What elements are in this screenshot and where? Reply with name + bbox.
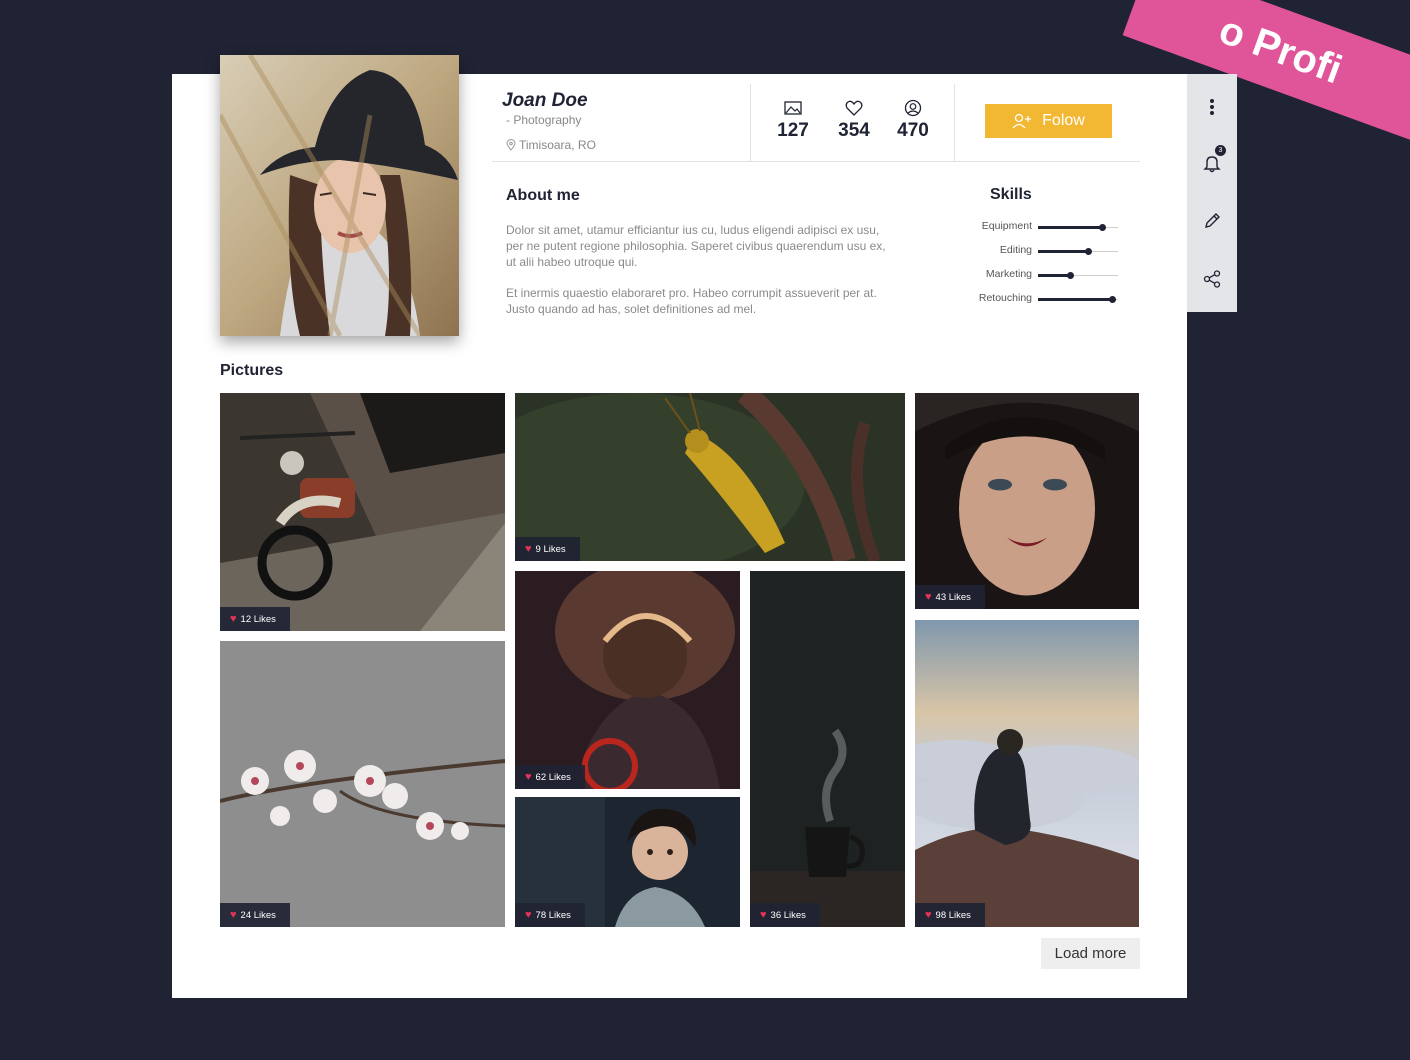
- skill-fill: [1038, 274, 1070, 277]
- skill-editing: Editing: [950, 244, 1120, 258]
- pictures-title: Pictures: [220, 362, 284, 379]
- about-text: Dolor sit amet, utamur efficiantur ius c…: [506, 222, 886, 332]
- heart-icon: ♥: [925, 591, 932, 603]
- likes-badge[interactable]: ♥ 12 Likes: [220, 607, 290, 631]
- skill-label: Editing: [999, 244, 1032, 256]
- heart-icon: ♥: [230, 613, 237, 625]
- photo-woman-portrait[interactable]: ♥ 43 Likes: [915, 393, 1139, 609]
- likes-count: 36 Likes: [770, 909, 806, 921]
- heart-icon: ♥: [230, 909, 237, 921]
- heart-icon: ♥: [525, 543, 532, 555]
- header-divider: [492, 161, 1140, 162]
- photo-man-above-clouds[interactable]: ♥ 98 Likes: [915, 620, 1139, 927]
- skill-label: Equipment: [981, 220, 1032, 232]
- stat-photos: 127: [768, 98, 818, 142]
- photo-coffee-cup[interactable]: ♥ 36 Likes: [750, 571, 905, 927]
- skill-label: Marketing: [985, 268, 1032, 280]
- more-vertical-icon: [1210, 99, 1214, 115]
- likes-badge[interactable]: ♥ 78 Likes: [515, 903, 585, 927]
- image-icon: [784, 101, 802, 115]
- about-title: About me: [506, 187, 580, 204]
- bell-icon: [1203, 156, 1221, 173]
- likes-badge[interactable]: ♥ 98 Likes: [915, 903, 985, 927]
- notification-badge: 3: [1215, 145, 1226, 156]
- about-paragraph: Et inermis quaestio elaboraret pro. Habe…: [506, 286, 877, 316]
- likes-count: 43 Likes: [935, 591, 971, 603]
- likes-count: 78 Likes: [535, 909, 571, 921]
- heart-icon: ♥: [925, 909, 932, 921]
- photo-motorcycle[interactable]: ♥ 12 Likes: [220, 393, 505, 631]
- photo-curly-child[interactable]: ♥ 78 Likes: [515, 797, 740, 927]
- profile-location: Timisoara, RO: [506, 138, 596, 152]
- skill-fill: [1038, 226, 1102, 229]
- skill-retouching: Retouching: [950, 292, 1120, 306]
- likes-count: 98 Likes: [935, 909, 971, 921]
- profile-avatar: [220, 55, 459, 336]
- divider: [750, 84, 751, 161]
- heart-icon: [845, 100, 863, 116]
- likes-count: 62 Likes: [535, 771, 571, 783]
- profile-profession: - Photography: [506, 113, 582, 127]
- skill-knob: [1099, 224, 1106, 231]
- photo-backlit-child[interactable]: ♥ 62 Likes: [515, 571, 740, 789]
- stat-likes-value: 354: [838, 120, 870, 141]
- skill-knob: [1067, 272, 1074, 279]
- likes-badge[interactable]: ♥ 43 Likes: [915, 585, 985, 609]
- likes-badge[interactable]: ♥ 9 Likes: [515, 537, 580, 561]
- likes-count: 9 Likes: [535, 543, 566, 555]
- skill-equipment: Equipment: [950, 220, 1120, 234]
- skill-fill: [1038, 298, 1112, 301]
- heart-icon: ♥: [760, 909, 767, 921]
- user-circle-icon: [904, 99, 922, 117]
- heart-icon: ♥: [525, 771, 532, 783]
- share-icon: [1203, 270, 1221, 288]
- likes-badge[interactable]: ♥ 36 Likes: [750, 903, 820, 927]
- add-user-icon: [1012, 113, 1032, 129]
- more-options-button[interactable]: [1187, 82, 1237, 132]
- follow-label: Folow: [1042, 112, 1085, 129]
- skill-knob: [1085, 248, 1092, 255]
- divider: [954, 84, 955, 161]
- stat-followers-value: 470: [897, 120, 929, 141]
- location-pin-icon: [506, 139, 516, 151]
- load-more-button[interactable]: Load more: [1041, 938, 1140, 969]
- skill-knob: [1109, 296, 1116, 303]
- heart-icon: ♥: [525, 909, 532, 921]
- pencil-icon: [1205, 213, 1220, 228]
- profile-name: Joan Doe: [502, 90, 588, 111]
- location-text: Timisoara, RO: [519, 138, 596, 152]
- likes-badge[interactable]: ♥ 62 Likes: [515, 765, 585, 789]
- skills-title: Skills: [990, 186, 1032, 203]
- share-button[interactable]: [1187, 254, 1237, 304]
- likes-count: 24 Likes: [240, 909, 276, 921]
- stat-followers: 470: [888, 98, 938, 142]
- edit-button[interactable]: [1187, 196, 1237, 246]
- likes-badge[interactable]: ♥ 24 Likes: [220, 903, 290, 927]
- stat-photos-value: 127: [777, 120, 809, 141]
- stat-likes: 354: [829, 98, 879, 142]
- photo-grasshopper[interactable]: ♥ 9 Likes: [515, 393, 905, 561]
- skill-fill: [1038, 250, 1088, 253]
- about-paragraph: Dolor sit amet, utamur efficiantur ius c…: [506, 223, 886, 269]
- action-sidebar: 3: [1187, 74, 1237, 312]
- skill-marketing: Marketing: [950, 268, 1120, 282]
- skill-label: Retouching: [978, 292, 1032, 304]
- follow-button[interactable]: Folow: [985, 104, 1112, 138]
- notifications-button[interactable]: 3: [1187, 138, 1237, 188]
- likes-count: 12 Likes: [240, 613, 276, 625]
- photo-cherry-blossom[interactable]: ♥ 24 Likes: [220, 641, 505, 927]
